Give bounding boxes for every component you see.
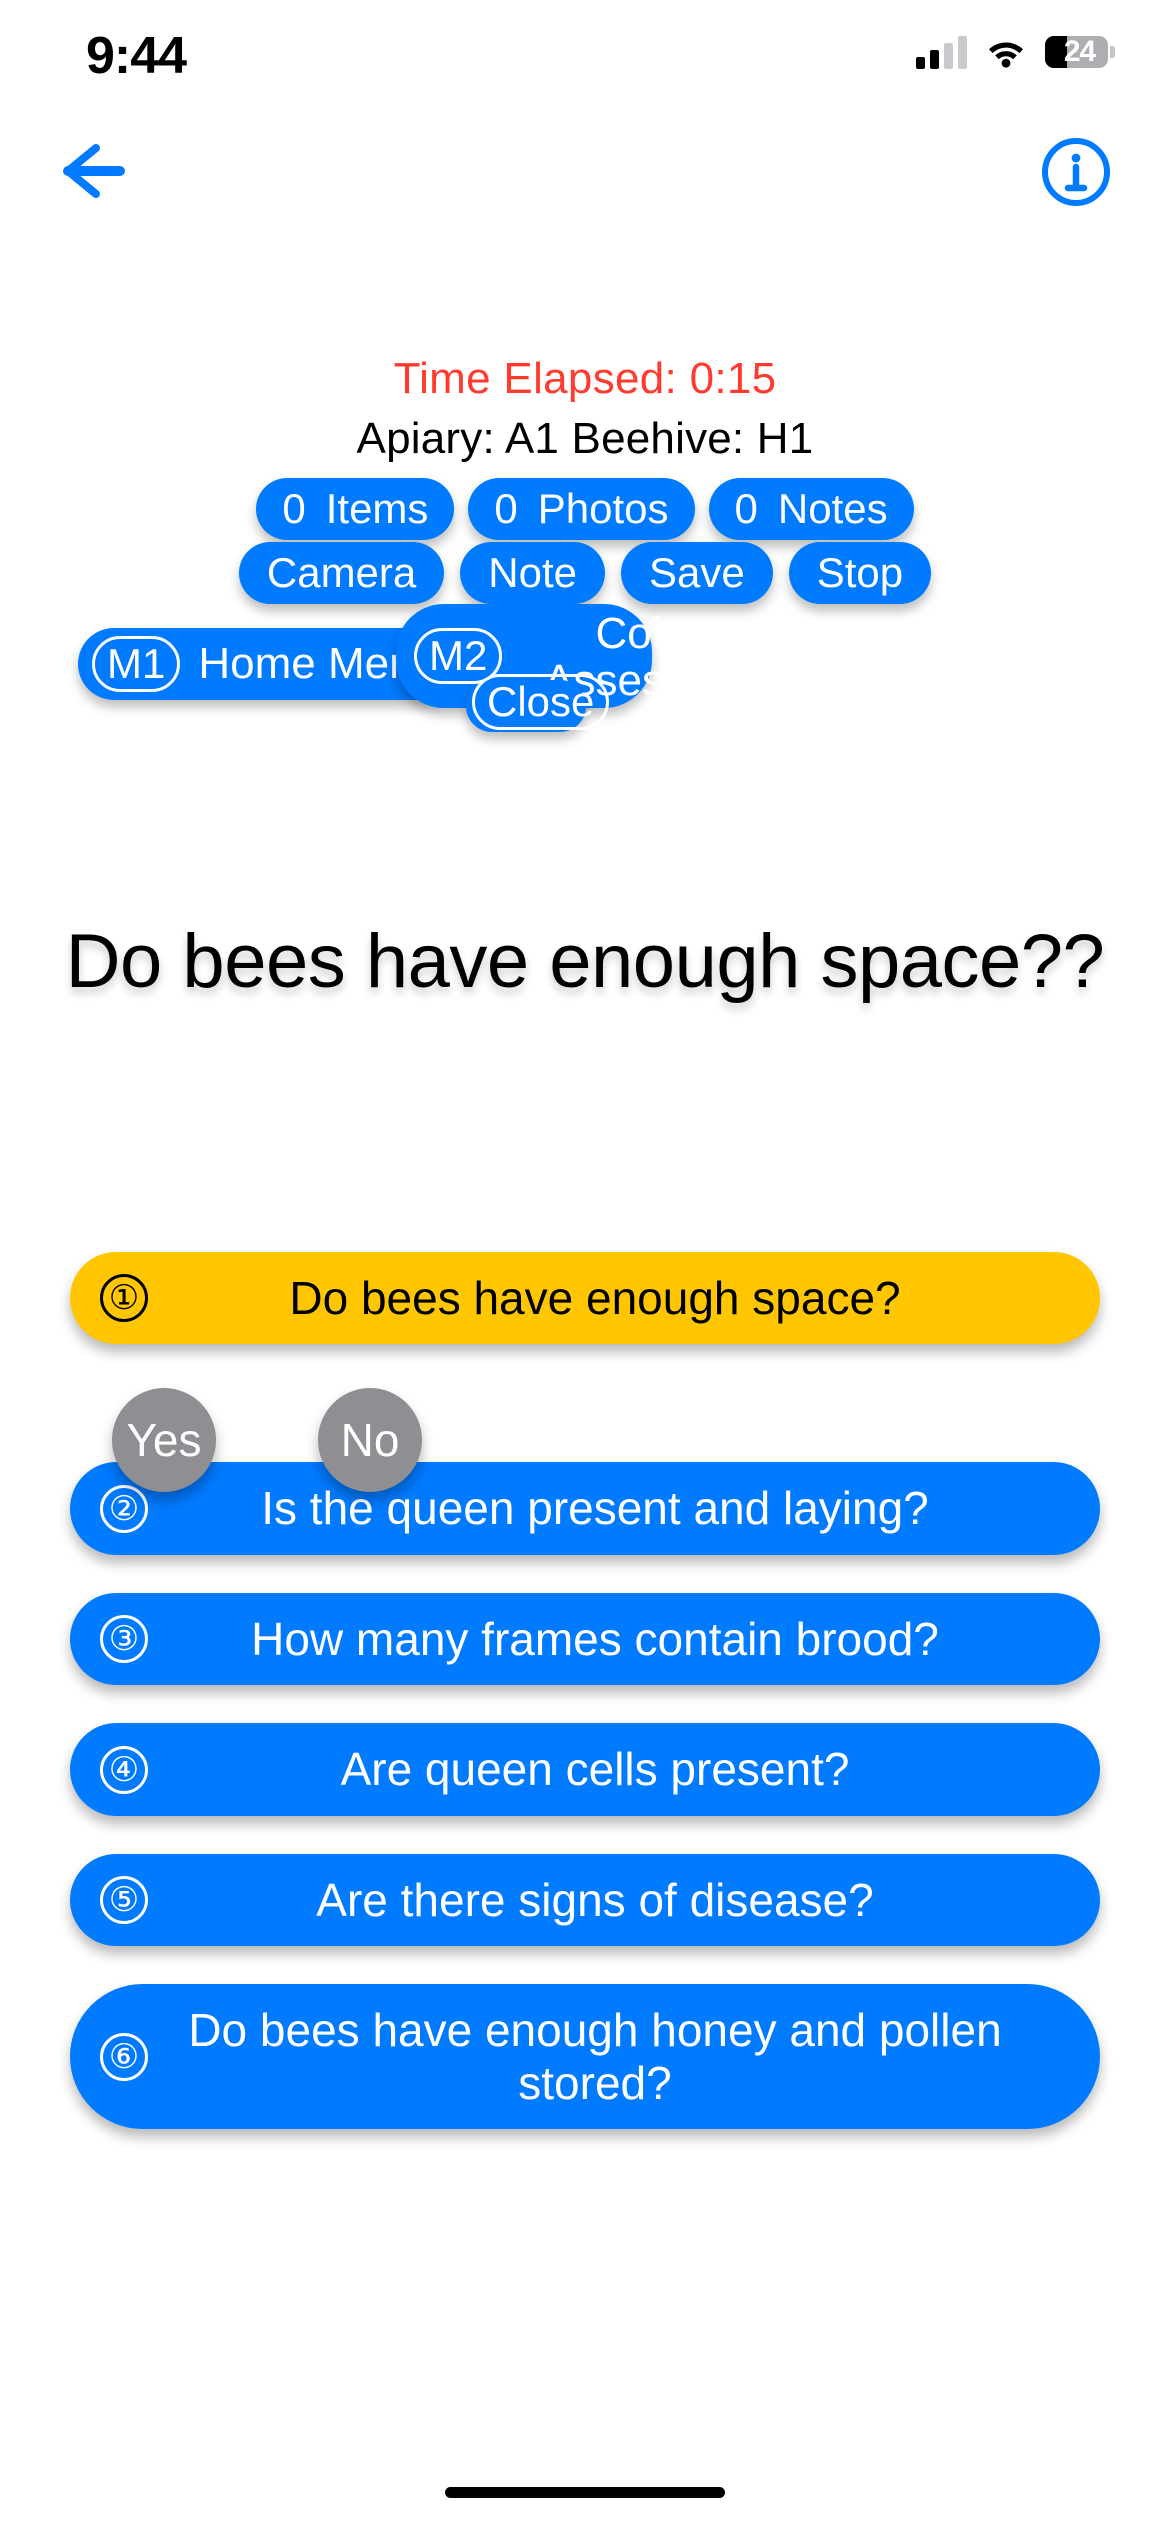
counter-notes-label: Notes (777, 485, 888, 532)
counter-items-count: 0 (282, 485, 306, 532)
battery-icon: 24 (1045, 35, 1115, 68)
home-indicator[interactable] (445, 2487, 725, 2498)
stop-button[interactable]: Stop (788, 542, 932, 604)
counter-photos[interactable]: 0 Photos (468, 478, 695, 540)
question-row-3[interactable]: ③ How many frames contain brood? (70, 1592, 1100, 1686)
counter-photos-label: Photos (537, 485, 669, 532)
close-button[interactable]: Close (466, 674, 610, 732)
question-number-5: ⑤ (100, 1875, 148, 1924)
question-number-6: ⑥ (100, 2032, 148, 2081)
session-header: Time Elapsed: 0:15 Apiary: A1 Beehive: H… (0, 352, 1170, 465)
time-elapsed-label: Time Elapsed: 0:15 (393, 354, 777, 403)
navigation-bar (0, 128, 1170, 214)
question-row-5[interactable]: ⑤ Are there signs of disease? (70, 1853, 1100, 1947)
question-number-3: ③ (100, 1615, 148, 1664)
counter-photos-count: 0 (494, 485, 518, 532)
counter-items-label: Items (325, 485, 429, 532)
status-bar-clock: 9:44 (86, 27, 187, 85)
close-label: Close (472, 674, 610, 730)
question-text-1: Do bees have enough space? (289, 1272, 901, 1324)
battery-percent: 24 (1063, 35, 1096, 68)
answer-row: Yes No (0, 1388, 1170, 1492)
question-row-6[interactable]: ⑥ Do bees have enough honey and pollen s… (70, 1984, 1100, 2130)
counter-notes-count: 0 (734, 485, 758, 532)
back-arrow-icon[interactable] (56, 136, 142, 206)
apiary-hive-label: Apiary: A1 Beehive: H1 (356, 413, 814, 463)
wifi-icon (985, 36, 1027, 68)
question-number-4: ④ (100, 1745, 148, 1794)
action-row: Camera Note Save Stop (0, 542, 1170, 604)
question-number-1: ① (100, 1274, 148, 1323)
cellular-signal-icon (916, 35, 967, 69)
question-list: ① Do bees have enough space? ② Is the qu… (70, 1252, 1100, 2130)
save-button[interactable]: Save (620, 542, 773, 604)
counter-row: 0 Items 0 Photos 0 Notes (0, 478, 1170, 540)
answer-no-button[interactable]: No (318, 1388, 422, 1492)
m1-badge: M1 (92, 636, 181, 692)
note-button[interactable]: Note (460, 542, 605, 604)
info-circle-icon[interactable] (1040, 136, 1112, 208)
question-row-4[interactable]: ④ Are queen cells present? (70, 1723, 1100, 1816)
counter-notes[interactable]: 0 Notes (708, 478, 914, 540)
app-screen: 9:44 24 Time Elapsed: 0:15 Apiary: A1 Be… (0, 0, 1170, 2532)
status-bar-indicators: 24 (916, 28, 1115, 76)
question-text-6: Do bees have enough honey and pollen sto… (188, 2004, 1002, 2109)
counter-items[interactable]: 0 Items (256, 478, 455, 540)
camera-button[interactable]: Camera (238, 542, 445, 604)
question-row-1[interactable]: ① Do bees have enough space? (70, 1252, 1100, 1345)
question-text-5: Are there signs of disease? (316, 1873, 874, 1926)
question-text-3: How many frames contain brood? (251, 1612, 939, 1665)
question-text-4: Are queen cells present? (340, 1743, 850, 1796)
current-question-heading: Do bees have enough space?? (65, 919, 1105, 1004)
status-bar: 9:44 24 (0, 0, 1170, 120)
answer-yes-button[interactable]: Yes (112, 1388, 216, 1492)
